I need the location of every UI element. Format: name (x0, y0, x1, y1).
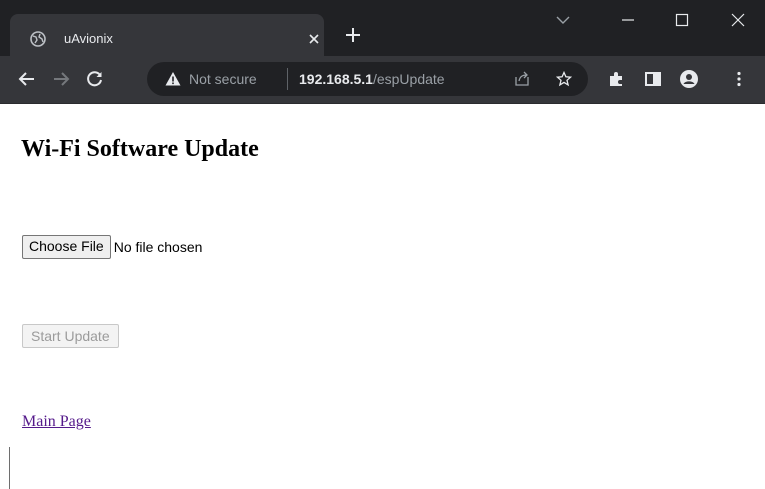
browser-window: uAvionix Not secure 192.168.5.1/espUpdat… (0, 0, 765, 489)
extensions-icon[interactable] (607, 70, 625, 88)
start-update-button: Start Update (22, 324, 119, 348)
page-content: Wi-Fi Software Update Choose File No file… (0, 104, 765, 489)
file-input[interactable]: Choose File No file chosen (22, 235, 202, 259)
url-host: 192.168.5.1 (299, 71, 373, 87)
minimize-icon[interactable] (620, 12, 636, 28)
content-edge-line (9, 447, 10, 489)
browser-toolbar: Not secure 192.168.5.1/espUpdate (0, 56, 765, 104)
side-panel-icon[interactable] (644, 70, 662, 88)
security-status[interactable]: Not secure (189, 71, 257, 87)
back-arrow-icon[interactable] (18, 70, 36, 88)
tab-title: uAvionix (64, 31, 113, 46)
tab-strip: uAvionix (0, 0, 765, 56)
close-tab-icon[interactable] (307, 32, 321, 46)
page-title: Wi-Fi Software Update (21, 136, 259, 162)
forward-arrow-icon[interactable] (52, 70, 70, 88)
bookmark-star-icon[interactable] (556, 71, 572, 87)
main-page-link[interactable]: Main Page (22, 413, 91, 431)
choose-file-button[interactable]: Choose File (22, 235, 111, 259)
browser-tab[interactable]: uAvionix (10, 14, 324, 56)
url-text[interactable]: 192.168.5.1/espUpdate (299, 71, 445, 87)
chevron-down-icon[interactable] (555, 14, 571, 26)
close-window-icon[interactable] (730, 12, 746, 28)
more-menu-icon[interactable] (730, 70, 748, 88)
share-icon[interactable] (514, 71, 530, 87)
url-path: /espUpdate (372, 71, 445, 87)
reload-icon[interactable] (86, 70, 104, 88)
omnibox-divider (287, 68, 288, 90)
profile-avatar-icon[interactable] (680, 70, 698, 88)
warning-icon[interactable] (165, 71, 181, 87)
file-status-text: No file chosen (113, 239, 203, 255)
new-tab-icon[interactable] (344, 26, 362, 44)
globe-icon (30, 31, 46, 47)
address-bar[interactable]: Not secure 192.168.5.1/espUpdate (147, 62, 588, 96)
maximize-icon[interactable] (674, 12, 690, 28)
